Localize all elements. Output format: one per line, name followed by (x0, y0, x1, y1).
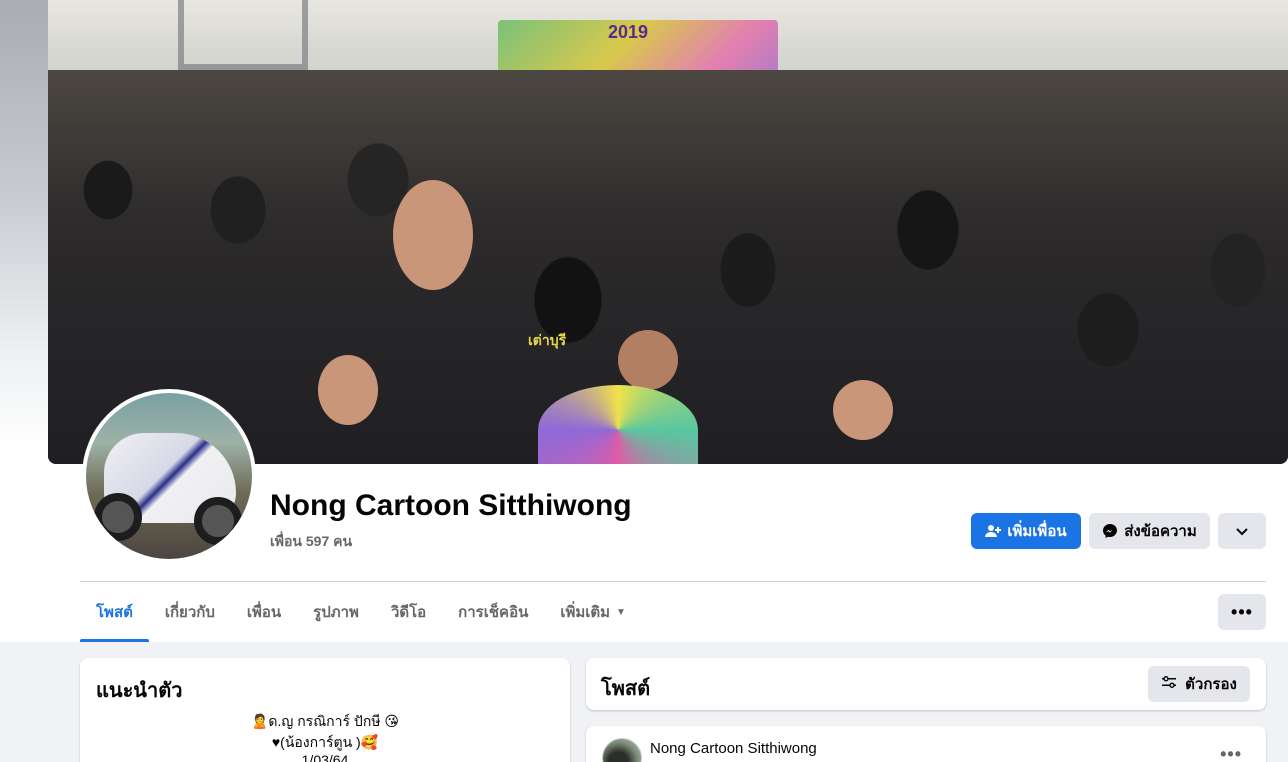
cover-person (833, 380, 893, 440)
profile-name: Nong Cartoon Sitthiwong (270, 489, 632, 522)
side-shadow (0, 0, 48, 642)
profile-avatar[interactable] (82, 389, 256, 563)
person-plus-icon (985, 523, 1002, 539)
tab-label: เพิ่มเติม (560, 604, 611, 621)
tab-posts[interactable]: โพสต์ (80, 582, 149, 642)
cover-person (318, 355, 378, 425)
posts-header-card: โพสต์ ตัวกรอง (586, 658, 1266, 710)
post-card: Nong Cartoon Sitthiwong ••• (586, 726, 1266, 762)
intro-title: แนะนำตัว (96, 680, 183, 702)
bio-line: ♥(น้องการ์ตูน )🥰 (271, 734, 379, 750)
messenger-icon (1102, 523, 1118, 539)
tab-more[interactable]: เพิ่มเติม ▼ (544, 582, 642, 642)
cover-person (393, 180, 473, 290)
tab-label: วิดีโอ (390, 604, 427, 621)
cover-banner-text: 2019 (608, 22, 649, 42)
add-friend-label: เพิ่มเพื่อน (1007, 523, 1067, 540)
tab-videos[interactable]: วิดีโอ (375, 582, 442, 642)
bio-line: 1/03/64 (301, 752, 349, 762)
tab-label: เพื่อน (246, 604, 282, 621)
cover-stage-truss (178, 0, 308, 70)
message-label: ส่งข้อความ (1124, 523, 1197, 540)
tab-checkins[interactable]: การเช็คอิน (442, 582, 544, 642)
friends-count[interactable]: เพื่อน 597 คน (270, 531, 352, 553)
add-friend-button[interactable]: เพิ่มเพื่อน (971, 513, 1081, 549)
wheel-shape (94, 493, 142, 541)
cover-person (618, 330, 678, 390)
message-button[interactable]: ส่งข้อความ (1089, 513, 1210, 549)
more-dots-icon[interactable]: ••• (1220, 744, 1242, 762)
tab-friends[interactable]: เพื่อน (231, 582, 297, 642)
cover-shirt-logo: เต่าบุรี (528, 332, 567, 348)
filter-button[interactable]: ตัวกรอง (1148, 666, 1250, 702)
wheel-shape (194, 497, 242, 545)
profile-header: 2019 เต่าบุรี Nong Cartoon Sitthiwong เพ… (0, 0, 1288, 642)
sliders-icon (1161, 674, 1177, 694)
filter-label: ตัวกรอง (1185, 676, 1237, 693)
chevron-down-icon (1235, 524, 1249, 538)
avatar-photo (86, 393, 252, 559)
tab-about[interactable]: เกี่ยวกับ (149, 582, 231, 642)
post-author-avatar[interactable] (602, 738, 642, 762)
post-author-name[interactable]: Nong Cartoon Sitthiwong (650, 740, 817, 757)
tab-label: เกี่ยวกับ (164, 604, 215, 621)
more-dots-icon: ••• (1231, 601, 1253, 622)
more-options-button[interactable]: ••• (1218, 594, 1266, 630)
profile-tabs: โพสต์ เกี่ยวกับ เพื่อน รูปภาพ วิดีโอ การ… (80, 582, 642, 642)
tab-label: รูปภาพ (313, 604, 359, 621)
cover-photo[interactable]: 2019 เต่าบุรี (48, 0, 1288, 464)
posts-title: โพสต์ (601, 678, 651, 700)
tab-label: โพสต์ (96, 604, 133, 621)
more-actions-button[interactable] (1218, 513, 1266, 549)
tab-label: การเช็คอิน (458, 604, 529, 621)
caret-down-icon: ▼ (616, 606, 626, 618)
bio-line: 🙎ด.ญ กรณิการ์ ปักษี 😘 (250, 713, 400, 729)
tab-photos[interactable]: รูปภาพ (297, 582, 375, 642)
